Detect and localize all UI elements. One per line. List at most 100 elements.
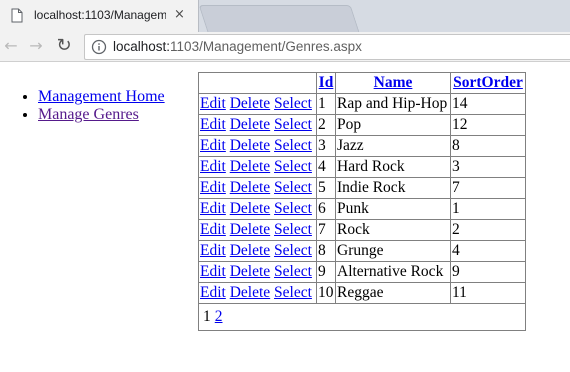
background-tab[interactable] <box>198 5 360 32</box>
delete-link[interactable]: Delete <box>230 221 270 238</box>
sortorder-cell: 1 <box>450 198 526 220</box>
table-row: Edit Delete Select 7 Rock 2 <box>198 219 526 241</box>
command-column-header <box>198 72 317 94</box>
browser-toolbar: ← → ↻ localhost:1103/Management/Genres.a… <box>0 32 570 62</box>
close-tab-icon[interactable]: × <box>174 7 185 22</box>
sortorder-cell: 3 <box>450 156 526 178</box>
pager-current-page: 1 <box>203 308 211 325</box>
nav-list-item: Manage Genres <box>38 106 165 124</box>
name-cell: Indie Rock <box>335 177 451 199</box>
edit-link[interactable]: Edit <box>200 137 226 154</box>
name-cell: Punk <box>335 198 451 220</box>
select-link[interactable]: Select <box>274 158 312 175</box>
table-row: Edit Delete Select 2 Pop 12 <box>198 114 526 136</box>
tab-title: localhost:1103/Manageme <box>34 8 166 22</box>
manage-genres-link[interactable]: Manage Genres <box>38 106 139 123</box>
delete-link[interactable]: Delete <box>230 284 270 301</box>
sortorder-cell: 7 <box>450 177 526 199</box>
command-cell: Edit Delete Select <box>198 177 317 199</box>
select-link[interactable]: Select <box>274 200 312 217</box>
edit-link[interactable]: Edit <box>200 95 226 112</box>
command-cell: Edit Delete Select <box>198 198 317 220</box>
command-cell: Edit Delete Select <box>198 135 317 157</box>
name-cell: Reggae <box>335 282 451 304</box>
edit-link[interactable]: Edit <box>200 200 226 217</box>
command-cell: Edit Delete Select <box>198 219 317 241</box>
table-row: Edit Delete Select 10 Reggae 11 <box>198 282 526 304</box>
name-cell: Jazz <box>335 135 451 157</box>
sortorder-cell: 2 <box>450 219 526 241</box>
url-text: localhost:1103/Management/Genres.aspx <box>113 39 362 54</box>
select-link[interactable]: Select <box>274 242 312 259</box>
select-link[interactable]: Select <box>274 221 312 238</box>
edit-link[interactable]: Edit <box>200 158 226 175</box>
nav-list-item: Management Home <box>38 88 165 106</box>
id-cell: 10 <box>316 282 336 304</box>
edit-link[interactable]: Edit <box>200 116 226 133</box>
management-home-link[interactable]: Management Home <box>38 88 165 105</box>
delete-link[interactable]: Delete <box>230 263 270 280</box>
pager-cell: 12 <box>198 303 526 331</box>
grid-header-row: Id Name SortOrder <box>198 72 526 94</box>
name-column-header: Name <box>335 72 451 94</box>
name-cell: Alternative Rock <box>335 261 451 283</box>
management-nav: Management Home Manage Genres <box>18 88 165 124</box>
id-cell: 2 <box>316 114 336 136</box>
pager-page-2-link[interactable]: 2 <box>215 308 223 325</box>
address-bar[interactable]: localhost:1103/Management/Genres.aspx <box>84 34 570 60</box>
url-path: 1103/Management/Genres.aspx <box>170 39 362 54</box>
command-cell: Edit Delete Select <box>198 114 317 136</box>
back-arrow-icon[interactable]: ← <box>1 36 21 56</box>
name-cell: Grunge <box>335 240 451 262</box>
name-cell: Pop <box>335 114 451 136</box>
id-cell: 9 <box>316 261 336 283</box>
info-icon[interactable] <box>91 39 107 60</box>
table-row: Edit Delete Select 1 Rap and Hip-Hop 14 <box>198 93 526 115</box>
forward-arrow-icon[interactable]: → <box>26 36 46 56</box>
name-cell: Rock <box>335 219 451 241</box>
id-column-header: Id <box>316 72 336 94</box>
select-link[interactable]: Select <box>274 116 312 133</box>
edit-link[interactable]: Edit <box>200 221 226 238</box>
sortorder-column-header: SortOrder <box>450 72 526 94</box>
delete-link[interactable]: Delete <box>230 137 270 154</box>
name-cell: Rap and Hip-Hop <box>335 93 451 115</box>
sort-by-id-link[interactable]: Id <box>319 74 334 91</box>
edit-link[interactable]: Edit <box>200 284 226 301</box>
table-row: Edit Delete Select 4 Hard Rock 3 <box>198 156 526 178</box>
sortorder-cell: 8 <box>450 135 526 157</box>
browser-tab[interactable]: localhost:1103/Manageme × <box>0 0 199 32</box>
command-cell: Edit Delete Select <box>198 282 317 304</box>
table-row: Edit Delete Select 8 Grunge 4 <box>198 240 526 262</box>
select-link[interactable]: Select <box>274 95 312 112</box>
id-cell: 1 <box>316 93 336 115</box>
delete-link[interactable]: Delete <box>230 200 270 217</box>
select-link[interactable]: Select <box>274 284 312 301</box>
reload-icon[interactable]: ↻ <box>54 36 74 56</box>
id-cell: 3 <box>316 135 336 157</box>
delete-link[interactable]: Delete <box>230 116 270 133</box>
sortorder-cell: 12 <box>450 114 526 136</box>
sortorder-cell: 9 <box>450 261 526 283</box>
edit-link[interactable]: Edit <box>200 263 226 280</box>
id-cell: 5 <box>316 177 336 199</box>
sort-by-name-link[interactable]: Name <box>374 74 413 91</box>
select-link[interactable]: Select <box>274 137 312 154</box>
table-row: Edit Delete Select 9 Alternative Rock 9 <box>198 261 526 283</box>
select-link[interactable]: Select <box>274 263 312 280</box>
command-cell: Edit Delete Select <box>198 261 317 283</box>
id-cell: 6 <box>316 198 336 220</box>
sort-by-sortorder-link[interactable]: SortOrder <box>453 74 523 91</box>
sortorder-cell: 11 <box>450 282 526 304</box>
select-link[interactable]: Select <box>274 179 312 196</box>
command-cell: Edit Delete Select <box>198 240 317 262</box>
id-cell: 4 <box>316 156 336 178</box>
edit-link[interactable]: Edit <box>200 242 226 259</box>
delete-link[interactable]: Delete <box>230 242 270 259</box>
tab-strip: localhost:1103/Manageme × <box>0 0 570 32</box>
genres-grid: Id Name SortOrder Edit Delete Select 1 Rap… <box>198 72 526 331</box>
delete-link[interactable]: Delete <box>230 95 270 112</box>
delete-link[interactable]: Delete <box>230 158 270 175</box>
delete-link[interactable]: Delete <box>230 179 270 196</box>
edit-link[interactable]: Edit <box>200 179 226 196</box>
